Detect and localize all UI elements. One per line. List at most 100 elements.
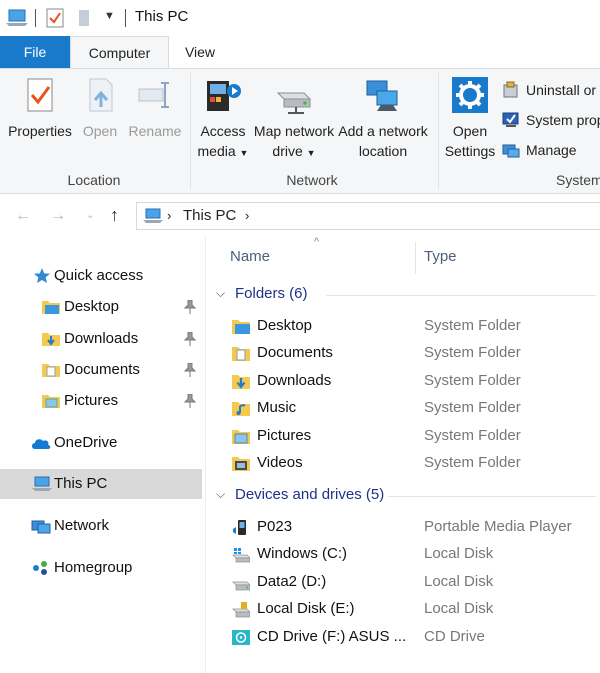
address-row: ← → ⌄ ↑ › This PC › xyxy=(0,199,600,233)
new-folder-quick-icon[interactable] xyxy=(76,8,94,28)
drive-row[interactable]: CD Drive (F:) ASUS ... CD Drive xyxy=(206,624,600,651)
nav-this-pc[interactable]: This PC xyxy=(0,469,202,499)
downloads-folder-icon xyxy=(232,374,250,389)
up-arrow-icon[interactable]: ↑ xyxy=(110,205,119,226)
rename-button[interactable]: Rename xyxy=(127,75,183,141)
group-header-folders[interactable]: ⌵ Folders (6) xyxy=(216,285,596,307)
system-group-label: System xyxy=(556,172,600,188)
item-type: System Folder xyxy=(424,371,521,389)
open-button[interactable]: Open xyxy=(79,75,121,141)
pictures-folder-icon xyxy=(232,429,250,444)
nav-onedrive-label: OneDrive xyxy=(54,434,118,451)
homegroup-icon xyxy=(33,561,47,575)
group-header-devices[interactable]: ⌵ Devices and drives (5) xyxy=(216,486,596,508)
address-sep-icon-2[interactable]: › xyxy=(245,208,249,223)
folder-row[interactable]: Videos System Folder xyxy=(206,450,600,477)
nav-downloads[interactable]: Downloads xyxy=(0,324,202,354)
folder-row[interactable]: Music System Folder xyxy=(206,395,600,422)
column-header-name[interactable]: Name xyxy=(230,248,270,265)
nav-desktop-label: Desktop xyxy=(64,298,120,315)
rename-icon xyxy=(138,82,169,108)
pictures-folder-icon xyxy=(42,395,60,408)
breadcrumb-this-pc[interactable]: This PC xyxy=(183,207,236,224)
open-label: Open xyxy=(82,123,118,139)
nav-onedrive[interactable]: OneDrive xyxy=(0,428,202,458)
title-bar: ▼ This PC xyxy=(0,0,600,36)
item-type: System Folder xyxy=(424,344,521,362)
add-network-location-button[interactable]: Add a network location xyxy=(337,75,429,161)
nav-desktop[interactable]: Desktop xyxy=(0,292,202,322)
pin-icon[interactable] xyxy=(184,363,196,377)
properties-icon xyxy=(27,78,53,112)
properties-quick-icon[interactable] xyxy=(46,8,64,28)
item-type: Local Disk xyxy=(424,600,494,618)
item-name: Videos xyxy=(257,454,303,471)
drive-row[interactable]: P023 Portable Media Player xyxy=(206,514,600,541)
properties-button[interactable]: Properties xyxy=(4,75,76,141)
nav-quick-access[interactable]: Quick access xyxy=(0,261,202,291)
pin-icon[interactable] xyxy=(184,394,196,408)
system-properties-label: System prop xyxy=(526,112,600,128)
folder-row[interactable]: Documents System Folder xyxy=(206,340,600,367)
map-network-drive-button[interactable]: Map network drive ▼ xyxy=(252,75,336,163)
windows-disk-icon xyxy=(232,548,250,563)
item-name: Desktop xyxy=(257,317,313,334)
navigation-pane: Quick access Desktop Downloads Documents… xyxy=(0,240,205,673)
rename-label: Rename xyxy=(128,123,182,139)
uninstall-icon xyxy=(503,81,518,98)
file-list: ^ Name Type ⌵ Folders (6) Desktop System … xyxy=(206,236,600,673)
nav-network[interactable]: Network xyxy=(0,511,202,541)
folder-row[interactable]: Downloads System Folder xyxy=(206,368,600,395)
folder-row[interactable]: Desktop System Folder xyxy=(206,313,600,340)
back-arrow-icon[interactable]: ← xyxy=(15,207,31,225)
column-divider[interactable] xyxy=(415,242,416,274)
tab-file[interactable]: File xyxy=(0,36,70,68)
drive-row[interactable]: Windows (C:) Local Disk xyxy=(206,541,600,568)
pin-icon[interactable] xyxy=(184,300,196,314)
this-pc-icon xyxy=(32,476,52,491)
collapse-chevron-icon[interactable]: ⌵ xyxy=(216,286,225,301)
recent-locations-chevron-icon[interactable]: ⌄ xyxy=(86,210,94,221)
address-bar[interactable]: › This PC › xyxy=(136,202,600,230)
forward-arrow-icon[interactable]: → xyxy=(50,207,66,225)
item-type: Portable Media Player xyxy=(424,518,572,535)
nav-homegroup[interactable]: Homegroup xyxy=(0,553,202,583)
item-name: Windows (C:) xyxy=(257,545,348,563)
item-name: Data2 (D:) xyxy=(257,572,327,590)
tab-view[interactable]: View xyxy=(169,36,231,68)
customize-quick-access-icon[interactable]: ▼ xyxy=(104,10,115,22)
nav-this-pc-label: This PC xyxy=(54,475,108,492)
drive-row[interactable]: Local Disk (E:) Local Disk xyxy=(206,596,600,623)
pin-icon[interactable] xyxy=(184,332,196,346)
open-settings-button[interactable]: Open Settings xyxy=(444,75,496,161)
map-drive-dropdown-icon: ▼ xyxy=(306,148,316,158)
open-settings-label-2: Settings xyxy=(444,143,496,159)
location-group-label: Location xyxy=(67,172,121,188)
item-name: Downloads xyxy=(257,371,332,389)
system-properties-icon xyxy=(502,112,519,127)
documents-folder-icon xyxy=(42,364,60,377)
nav-network-label: Network xyxy=(54,517,110,534)
tab-computer[interactable]: Computer xyxy=(70,36,169,69)
onedrive-cloud-icon xyxy=(32,439,51,449)
folder-row[interactable]: Pictures System Folder xyxy=(206,423,600,450)
item-name: Local Disk (E:) xyxy=(257,600,355,618)
group-devices-label: Devices and drives (5) xyxy=(235,486,385,503)
address-sep-icon[interactable]: › xyxy=(167,208,171,223)
access-media-button[interactable]: Access media ▼ xyxy=(196,75,250,163)
manage-label: Manage xyxy=(526,142,577,158)
nav-pictures[interactable]: Pictures xyxy=(0,386,202,416)
column-header-type[interactable]: Type xyxy=(424,248,457,265)
nav-quick-access-label: Quick access xyxy=(54,267,144,284)
drive-row[interactable]: Data2 (D:) Local Disk xyxy=(206,569,600,596)
item-type: Local Disk xyxy=(424,545,494,563)
add-location-label-2: location xyxy=(358,143,408,159)
nav-homegroup-label: Homegroup xyxy=(54,559,133,576)
item-type: System Folder xyxy=(424,454,521,471)
nav-downloads-label: Downloads xyxy=(64,330,139,347)
videos-folder-icon xyxy=(232,457,250,471)
map-drive-label-2: drive xyxy=(272,143,303,159)
collapse-chevron-icon[interactable]: ⌵ xyxy=(216,487,225,502)
item-name: Documents xyxy=(257,344,333,362)
nav-documents[interactable]: Documents xyxy=(0,355,202,385)
